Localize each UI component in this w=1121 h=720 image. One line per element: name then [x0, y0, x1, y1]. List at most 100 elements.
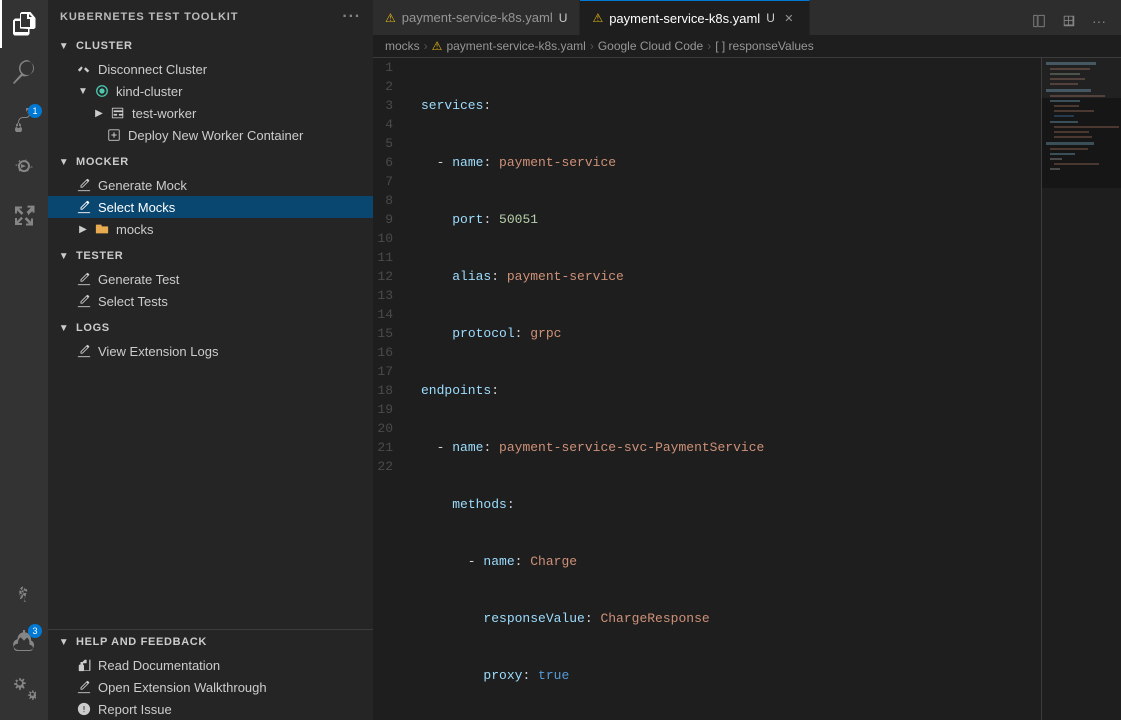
- sidebar-item-generate-test[interactable]: Generate Test: [48, 268, 373, 290]
- cloud-badge: 3: [28, 624, 42, 638]
- sidebar-item-select-mocks[interactable]: Select Mocks: [48, 196, 373, 218]
- mocks-folder-label: mocks: [116, 222, 154, 237]
- line-num-17: 17: [385, 362, 409, 381]
- mocks-chevron: ▶: [76, 224, 90, 235]
- tab-close-button[interactable]: ✕: [781, 10, 797, 26]
- sidebar-item-open-walkthrough[interactable]: Open Extension Walkthrough: [48, 676, 373, 698]
- sidebar-item-kind-cluster[interactable]: ▼ kind-cluster: [48, 80, 373, 102]
- generate-test-icon: [76, 271, 92, 287]
- generate-mock-label: Generate Mock: [98, 178, 187, 193]
- breadcrumb-response[interactable]: [ ] responseValues: [715, 39, 814, 53]
- line-num-10: 10: [385, 229, 409, 248]
- minimap: [1041, 58, 1121, 720]
- line-num-21: 21: [385, 438, 409, 457]
- explorer-icon[interactable]: [0, 0, 48, 48]
- generate-mock-icon: [76, 177, 92, 193]
- split-editor-icon[interactable]: [1025, 7, 1053, 35]
- cloud-icon[interactable]: 3: [0, 616, 48, 664]
- minimap-svg: [1042, 58, 1121, 458]
- sidebar-item-disconnect-cluster[interactable]: Disconnect Cluster: [48, 58, 373, 80]
- activity-bar-top: 1: [0, 0, 48, 240]
- source-control-icon[interactable]: 1: [0, 96, 48, 144]
- code-line-8: methods:: [421, 495, 1041, 514]
- sidebar-title-text: KUBERNETES TEST TOOLKIT: [60, 11, 238, 23]
- report-issue-label: Report Issue: [98, 702, 172, 717]
- select-mocks-icon: [76, 199, 92, 215]
- sidebar-item-view-logs[interactable]: View Extension Logs: [48, 340, 373, 362]
- tester-chevron: ▼: [56, 248, 72, 264]
- select-tests-label: Select Tests: [98, 294, 168, 309]
- sidebar-item-test-worker[interactable]: ▶ test-worker: [48, 102, 373, 124]
- settings-icon[interactable]: [0, 664, 48, 712]
- line-num-12: 12: [385, 267, 409, 286]
- activity-bar: 1 3: [0, 0, 48, 720]
- tester-section-header[interactable]: ▼ TESTER: [48, 244, 373, 268]
- help-section: ▼ HELP AND FEEDBACK Read Documentation O…: [48, 629, 373, 720]
- activity-bar-bottom: 3: [0, 568, 48, 720]
- report-icon: [76, 701, 92, 717]
- code-line-5: protocol: grpc: [421, 324, 1041, 343]
- kubernetes-icon[interactable]: [0, 568, 48, 616]
- logs-chevron: ▼: [56, 320, 72, 336]
- breadcrumb-gcloud[interactable]: Google Cloud Code: [598, 39, 703, 53]
- breadcrumb-mocks[interactable]: mocks: [385, 39, 420, 53]
- line-num-8: 8: [385, 191, 409, 210]
- tab-warning-icon-active: ⚠: [592, 11, 603, 25]
- line-num-14: 14: [385, 305, 409, 324]
- test-worker-label: test-worker: [132, 106, 196, 121]
- mocker-section-label: MOCKER: [76, 156, 129, 168]
- code-line-4: alias: payment-service: [421, 267, 1041, 286]
- breadcrumb-file[interactable]: ⚠: [432, 39, 443, 53]
- tab-inactive[interactable]: ⚠ payment-service-k8s.yaml U: [373, 0, 580, 35]
- tab-active[interactable]: ⚠ payment-service-k8s.yaml U ✕: [580, 0, 809, 35]
- line-num-3: 3: [385, 96, 409, 115]
- sidebar: KUBERNETES TEST TOOLKIT ··· ▼ CLUSTER Di…: [48, 0, 373, 720]
- run-icon[interactable]: [0, 144, 48, 192]
- sidebar-item-report-issue[interactable]: Report Issue: [48, 698, 373, 720]
- breadcrumb: mocks › ⚠ payment-service-k8s.yaml › Goo…: [373, 35, 1121, 58]
- help-section-header[interactable]: ▼ HELP AND FEEDBACK: [48, 630, 373, 654]
- line-num-18: 18: [385, 381, 409, 400]
- code-line-11: proxy: true: [421, 666, 1041, 685]
- line-num-16: 16: [385, 343, 409, 362]
- sidebar-item-mocks-folder[interactable]: ▶ mocks: [48, 218, 373, 240]
- help-chevron: ▼: [56, 634, 72, 650]
- code-line-10: responseValue: ChargeResponse: [421, 609, 1041, 628]
- tab-warning-icon: ⚠: [385, 11, 396, 25]
- line-num-15: 15: [385, 324, 409, 343]
- mocks-folder-icon: [94, 221, 110, 237]
- line-num-4: 4: [385, 115, 409, 134]
- sidebar-item-select-tests[interactable]: Select Tests: [48, 290, 373, 312]
- more-actions-icon[interactable]: ···: [1085, 7, 1113, 35]
- cluster-section-header[interactable]: ▼ CLUSTER: [48, 34, 373, 58]
- kind-cluster-chevron: ▼: [76, 86, 90, 97]
- line-num-6: 6: [385, 153, 409, 172]
- code-content[interactable]: services: - name: payment-service port: …: [417, 58, 1041, 720]
- line-num-19: 19: [385, 400, 409, 419]
- tab-active-modified: U: [766, 11, 775, 25]
- sidebar-item-deploy-worker[interactable]: Deploy New Worker Container: [48, 124, 373, 146]
- kind-cluster-icon: [94, 83, 110, 99]
- source-control-badge: 1: [28, 104, 42, 118]
- tab-bar: ⚠ payment-service-k8s.yaml U ⚠ payment-s…: [373, 0, 1121, 35]
- sidebar-dots[interactable]: ···: [342, 8, 361, 26]
- extensions-icon[interactable]: [0, 192, 48, 240]
- line-num-11: 11: [385, 248, 409, 267]
- sidebar-item-generate-mock[interactable]: Generate Mock: [48, 174, 373, 196]
- mocker-chevron: ▼: [56, 154, 72, 170]
- generate-test-label: Generate Test: [98, 272, 179, 287]
- test-worker-chevron: ▶: [92, 108, 106, 119]
- deploy-icon: [106, 127, 122, 143]
- line-num-22: 22: [385, 457, 409, 476]
- search-icon[interactable]: [0, 48, 48, 96]
- breadcrumb-file-label[interactable]: payment-service-k8s.yaml: [446, 39, 585, 53]
- mocker-section-header[interactable]: ▼ MOCKER: [48, 150, 373, 174]
- cluster-section-label: CLUSTER: [76, 40, 133, 52]
- layout-icon[interactable]: [1055, 7, 1083, 35]
- code-line-3: port: 50051: [421, 210, 1041, 229]
- code-editor: 1 2 3 4 5 6 7 8 9 10 11 12 13 14 15 16 1…: [373, 58, 1121, 720]
- logs-section-label: LOGS: [76, 322, 110, 334]
- sidebar-item-read-docs[interactable]: Read Documentation: [48, 654, 373, 676]
- walkthrough-icon: [76, 679, 92, 695]
- logs-section-header[interactable]: ▼ LOGS: [48, 316, 373, 340]
